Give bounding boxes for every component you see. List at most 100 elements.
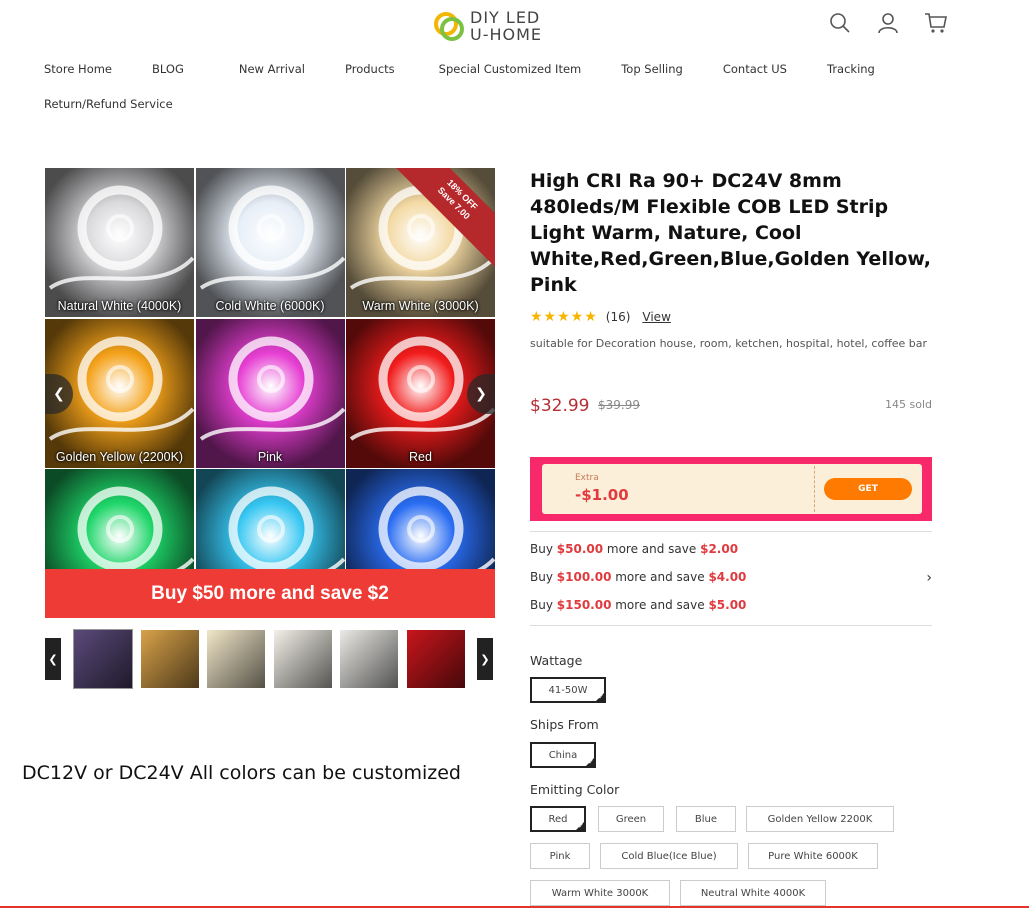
check-icon: ✓ [598,693,604,701]
thumb-prev-button[interactable]: ❮ [45,638,61,680]
customization-note: DC12V or DC24V All colors can be customi… [22,762,461,784]
product-thumbnail[interactable] [273,630,332,688]
led-color-tile: Pink [195,318,345,468]
original-price: $39.99 [598,398,640,412]
coupon-extra-label: Extra [575,473,599,483]
cart-icon[interactable] [924,10,948,36]
color-option-green[interactable]: Green [598,806,664,832]
divider [530,531,932,532]
color-option-golden-yellow-2200k[interactable]: Golden Yellow 2200K [746,806,894,832]
nav-item-products[interactable]: Products [345,62,395,76]
store-logo[interactable]: DIY LED U-HOME [432,6,557,46]
nav-item-new-arrival[interactable]: New Arrival [239,62,305,76]
product-title: High CRI Ra 90+ DC24V 8mm 480leds/M Flex… [530,170,931,296]
color-option-green-label: Green [615,813,647,825]
save-tier-row: Buy $150.00 more and save $5.00 [530,596,932,624]
color-option-blue-label: Blue [694,813,718,825]
review-count: (16) [605,310,631,324]
color-option-red[interactable]: Red ✓ [530,806,586,832]
color-option-golden-yellow-2200k-label: Golden Yellow 2200K [767,813,873,825]
save-tier-row: Buy $100.00 more and save $4.00 [530,568,932,596]
led-reel-icon [199,336,345,441]
logo-text-line1: DIY LED [470,8,541,27]
promo-banner: Buy $50 more and save $2 [45,569,495,618]
product-thumbnail[interactable] [140,630,199,688]
nav-item-store-home[interactable]: Store Home [44,62,112,76]
tile-label: Warm White (3000K) [362,299,479,313]
sold-count: 145 sold [885,398,932,411]
save-text: Buy [530,542,557,556]
color-option-cold-blue-ice-blue--label: Cold Blue(Ice Blue) [621,850,717,862]
coupon-amount: -$1.00 [575,486,629,504]
threshold-amount: $100.00 [556,570,612,584]
color-option-red-label: Red [548,813,568,825]
tile-label: Natural White (4000K) [57,299,182,313]
color-option-neutral-white-4000k-label: Neutral White 4000K [700,887,806,899]
wattage-option[interactable]: 41-50W ✓ [530,677,606,703]
main-nav: Store Home BLOG New Arrival Products Special… [44,60,944,111]
wattage-option-label: 41-50W [548,684,588,696]
nav-item-blog[interactable]: BLOG [152,62,184,76]
color-option-blue[interactable]: Blue [676,806,736,832]
color-option-pure-white-6000k[interactable]: Pure White 6000K [748,843,878,869]
search-icon[interactable] [828,10,852,36]
thumbnail-strip: ❮ ❯ [45,629,495,689]
save-text: more and save [603,542,701,556]
color-option-pure-white-6000k-label: Pure White 6000K [768,850,858,862]
nav-item-return-refund[interactable]: Return/Refund Service [44,97,173,111]
current-price: $32.99 [530,396,590,416]
save-text: Buy [530,570,557,584]
product-thumbnail[interactable] [406,630,465,688]
led-color-tile: Natural White (4000K) [45,168,194,317]
led-color-tile: Cold White (6000K) [195,168,345,317]
nav-item-tracking[interactable]: Tracking [827,62,875,76]
divider [530,625,932,626]
coupon-divider [814,466,815,512]
logo-mark-icon [432,9,466,43]
product-thumbnail[interactable] [73,629,133,689]
tile-label: Pink [257,449,283,464]
coupon-banner: Extra -$1.00 GET [530,457,932,521]
product-thumbnail[interactable] [207,630,265,688]
user-icon[interactable] [876,10,900,36]
save-text: more and save [611,598,709,612]
nav-item-contact-us[interactable]: Contact US [723,62,787,76]
color-option-pink[interactable]: Pink [530,843,590,869]
color-option-cold-blue-ice-blue-[interactable]: Cold Blue(Ice Blue) [600,843,738,869]
product-description: suitable for Decoration house, room, ket… [530,337,928,350]
tile-label: Golden Yellow (2200K) [55,449,184,464]
color-option-warm-white-3000k[interactable]: Warm White 3000K [530,880,670,906]
check-icon: ✓ [588,758,594,766]
color-option-neutral-white-4000k[interactable]: Neutral White 4000K [680,880,826,906]
view-reviews-link[interactable]: View [642,310,670,324]
led-reel-icon [48,185,194,290]
tile-label: Cold White (6000K) [215,299,325,313]
ships-from-option[interactable]: China ✓ [530,742,596,768]
wattage-label: Wattage [530,653,583,668]
save-text: Buy [530,598,557,612]
product-main-image[interactable]: Natural White (4000K) Cold White (6000K) W… [45,168,495,618]
ships-from-option-label: China [548,749,578,761]
product-thumbnail[interactable] [340,630,398,688]
star-rating-icon: ★★★★★ [530,309,598,325]
nav-item-top-selling[interactable]: Top Selling [621,62,683,76]
discount-amount: $2.00 [700,542,739,556]
save-text: more and save [611,570,709,584]
get-coupon-button[interactable]: GET [824,478,912,500]
savings-list[interactable]: › Buy $50.00 more and save $2.00 Buy $100… [530,540,932,624]
thumb-next-button[interactable]: ❯ [477,638,493,680]
check-icon: ✓ [578,822,584,830]
nav-item-special-customized-item[interactable]: Special Customized Item [439,62,582,76]
discount-amount: $5.00 [708,598,747,612]
ships-from-label: Ships From [530,717,599,732]
color-option-pink-label: Pink [549,850,571,862]
discount-amount: $4.00 [708,570,747,584]
chevron-right-icon[interactable]: › [926,570,932,586]
tile-label: Red [409,449,432,464]
emitting-color-label: Emitting Color [530,782,620,797]
threshold-amount: $150.00 [556,598,612,612]
rating-row: ★★★★★ (16) View [530,309,671,325]
led-reel-icon [199,185,345,290]
threshold-amount: $50.00 [556,542,604,556]
save-tier-row: Buy $50.00 more and save $2.00 [530,540,932,568]
